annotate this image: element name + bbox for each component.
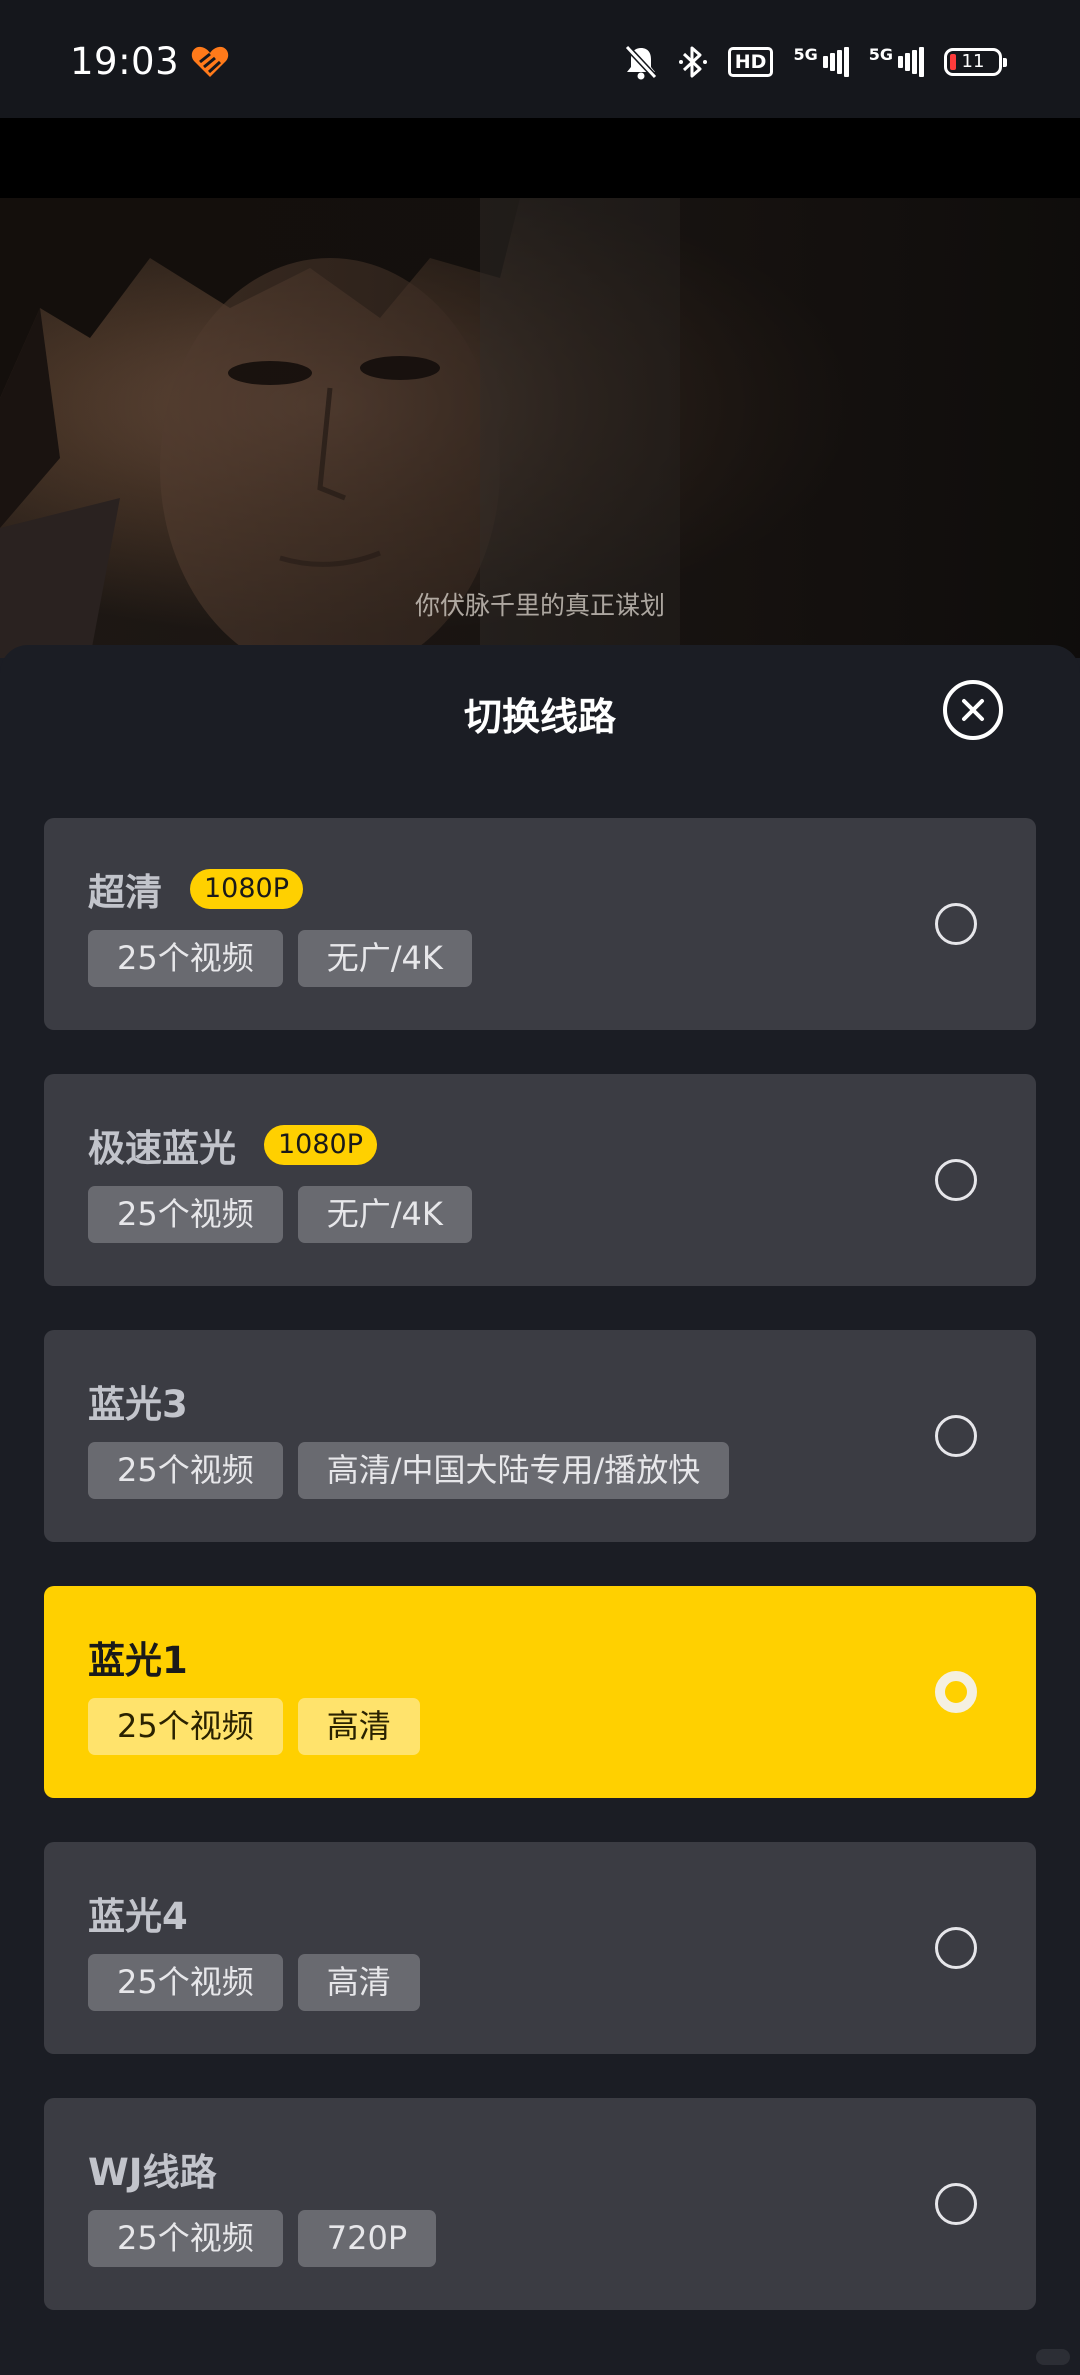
sheet-title: 切换线路: [463, 695, 616, 739]
screen: 19:03 HD 5G 5G 11 你伏脉千里的真正谋划 切换线路 超清 108…: [0, 0, 1080, 2375]
switch-route-sheet: 切换线路 超清 1080P 25个视频 无广/4K 极速蓝光 1080P 25个…: [0, 645, 1080, 2375]
video-letterbox: [0, 118, 1080, 198]
route-tag-count: 25个视频: [88, 1442, 283, 1499]
app-heart-icon: [191, 46, 229, 77]
route-tag-count: 25个视频: [88, 1698, 283, 1755]
route-name: 极速蓝光: [88, 1127, 236, 1170]
route-list: 超清 1080P 25个视频 无广/4K 极速蓝光 1080P 25个视频 无广…: [44, 818, 1036, 2354]
route-tag-feature: 无广/4K: [297, 930, 472, 987]
radio-button[interactable]: [935, 1927, 977, 1969]
signal-5g-icon-2: 5G: [869, 47, 924, 77]
route-tags: 25个视频 高清/中国大陆专用/播放快: [88, 1442, 730, 1499]
route-tag-count: 25个视频: [88, 1954, 283, 2011]
route-name: 蓝光3: [88, 1383, 188, 1426]
route-tag-count: 25个视频: [88, 930, 283, 987]
radio-button[interactable]: [935, 903, 977, 945]
status-time: 19:03: [70, 40, 180, 83]
route-tag-feature: 高清: [297, 1698, 420, 1755]
route-tags: 25个视频 高清: [88, 1954, 420, 2011]
route-tag-count: 25个视频: [88, 2210, 283, 2267]
route-option-1[interactable]: 超清 1080P 25个视频 无广/4K: [44, 818, 1036, 1030]
radio-button[interactable]: [935, 1415, 977, 1457]
route-name: WJ线路: [88, 2151, 217, 2194]
battery-level: 11: [961, 51, 985, 72]
route-tag-count: 25个视频: [88, 1186, 283, 1243]
route-tag-feature: 720P: [297, 2210, 437, 2267]
route-tag-feature: 高清/中国大陆专用/播放快: [297, 1442, 730, 1499]
route-tags: 25个视频 高清: [88, 1698, 420, 1755]
signal-5g-icon: 5G: [793, 47, 849, 77]
route-tags: 25个视频 无广/4K: [88, 1186, 472, 1243]
route-option-2[interactable]: 极速蓝光 1080P 25个视频 无广/4K: [44, 1074, 1036, 1286]
route-option-4-selected[interactable]: 蓝光1 25个视频 高清: [44, 1586, 1036, 1798]
radio-button-checked[interactable]: [935, 1671, 977, 1713]
status-bar: 19:03 HD 5G 5G 11: [0, 0, 1080, 118]
route-option-3[interactable]: 蓝光3 25个视频 高清/中国大陆专用/播放快: [44, 1330, 1036, 1542]
close-icon: [962, 699, 984, 721]
radio-button[interactable]: [935, 1159, 977, 1201]
quality-badge: 1080P: [190, 869, 303, 909]
route-tags: 25个视频 无广/4K: [88, 930, 472, 987]
hd-voice-icon: HD: [727, 47, 774, 77]
bluetooth-icon: [678, 44, 708, 80]
route-name: 蓝光1: [88, 1639, 188, 1682]
route-name: 蓝光4: [88, 1895, 188, 1938]
route-option-6[interactable]: WJ线路 25个视频 720P: [44, 2098, 1036, 2310]
close-button[interactable]: [943, 680, 1003, 740]
route-option-5[interactable]: 蓝光4 25个视频 高清: [44, 1842, 1036, 2054]
route-tag-feature: 高清: [297, 1954, 420, 2011]
route-name: 超清: [88, 871, 162, 914]
battery-icon: 11: [944, 48, 1007, 76]
bell-muted-icon: [624, 44, 658, 80]
route-tag-feature: 无广/4K: [297, 1186, 472, 1243]
video-player[interactable]: 你伏脉千里的真正谋划: [0, 198, 1080, 658]
watermark: [1036, 2349, 1070, 2365]
quality-badge: 1080P: [264, 1125, 377, 1165]
status-icons: HD 5G 5G 11: [624, 42, 1007, 82]
radio-button[interactable]: [935, 2183, 977, 2225]
video-subtitle: 你伏脉千里的真正谋划: [414, 591, 665, 620]
route-tags: 25个视频 720P: [88, 2210, 437, 2267]
